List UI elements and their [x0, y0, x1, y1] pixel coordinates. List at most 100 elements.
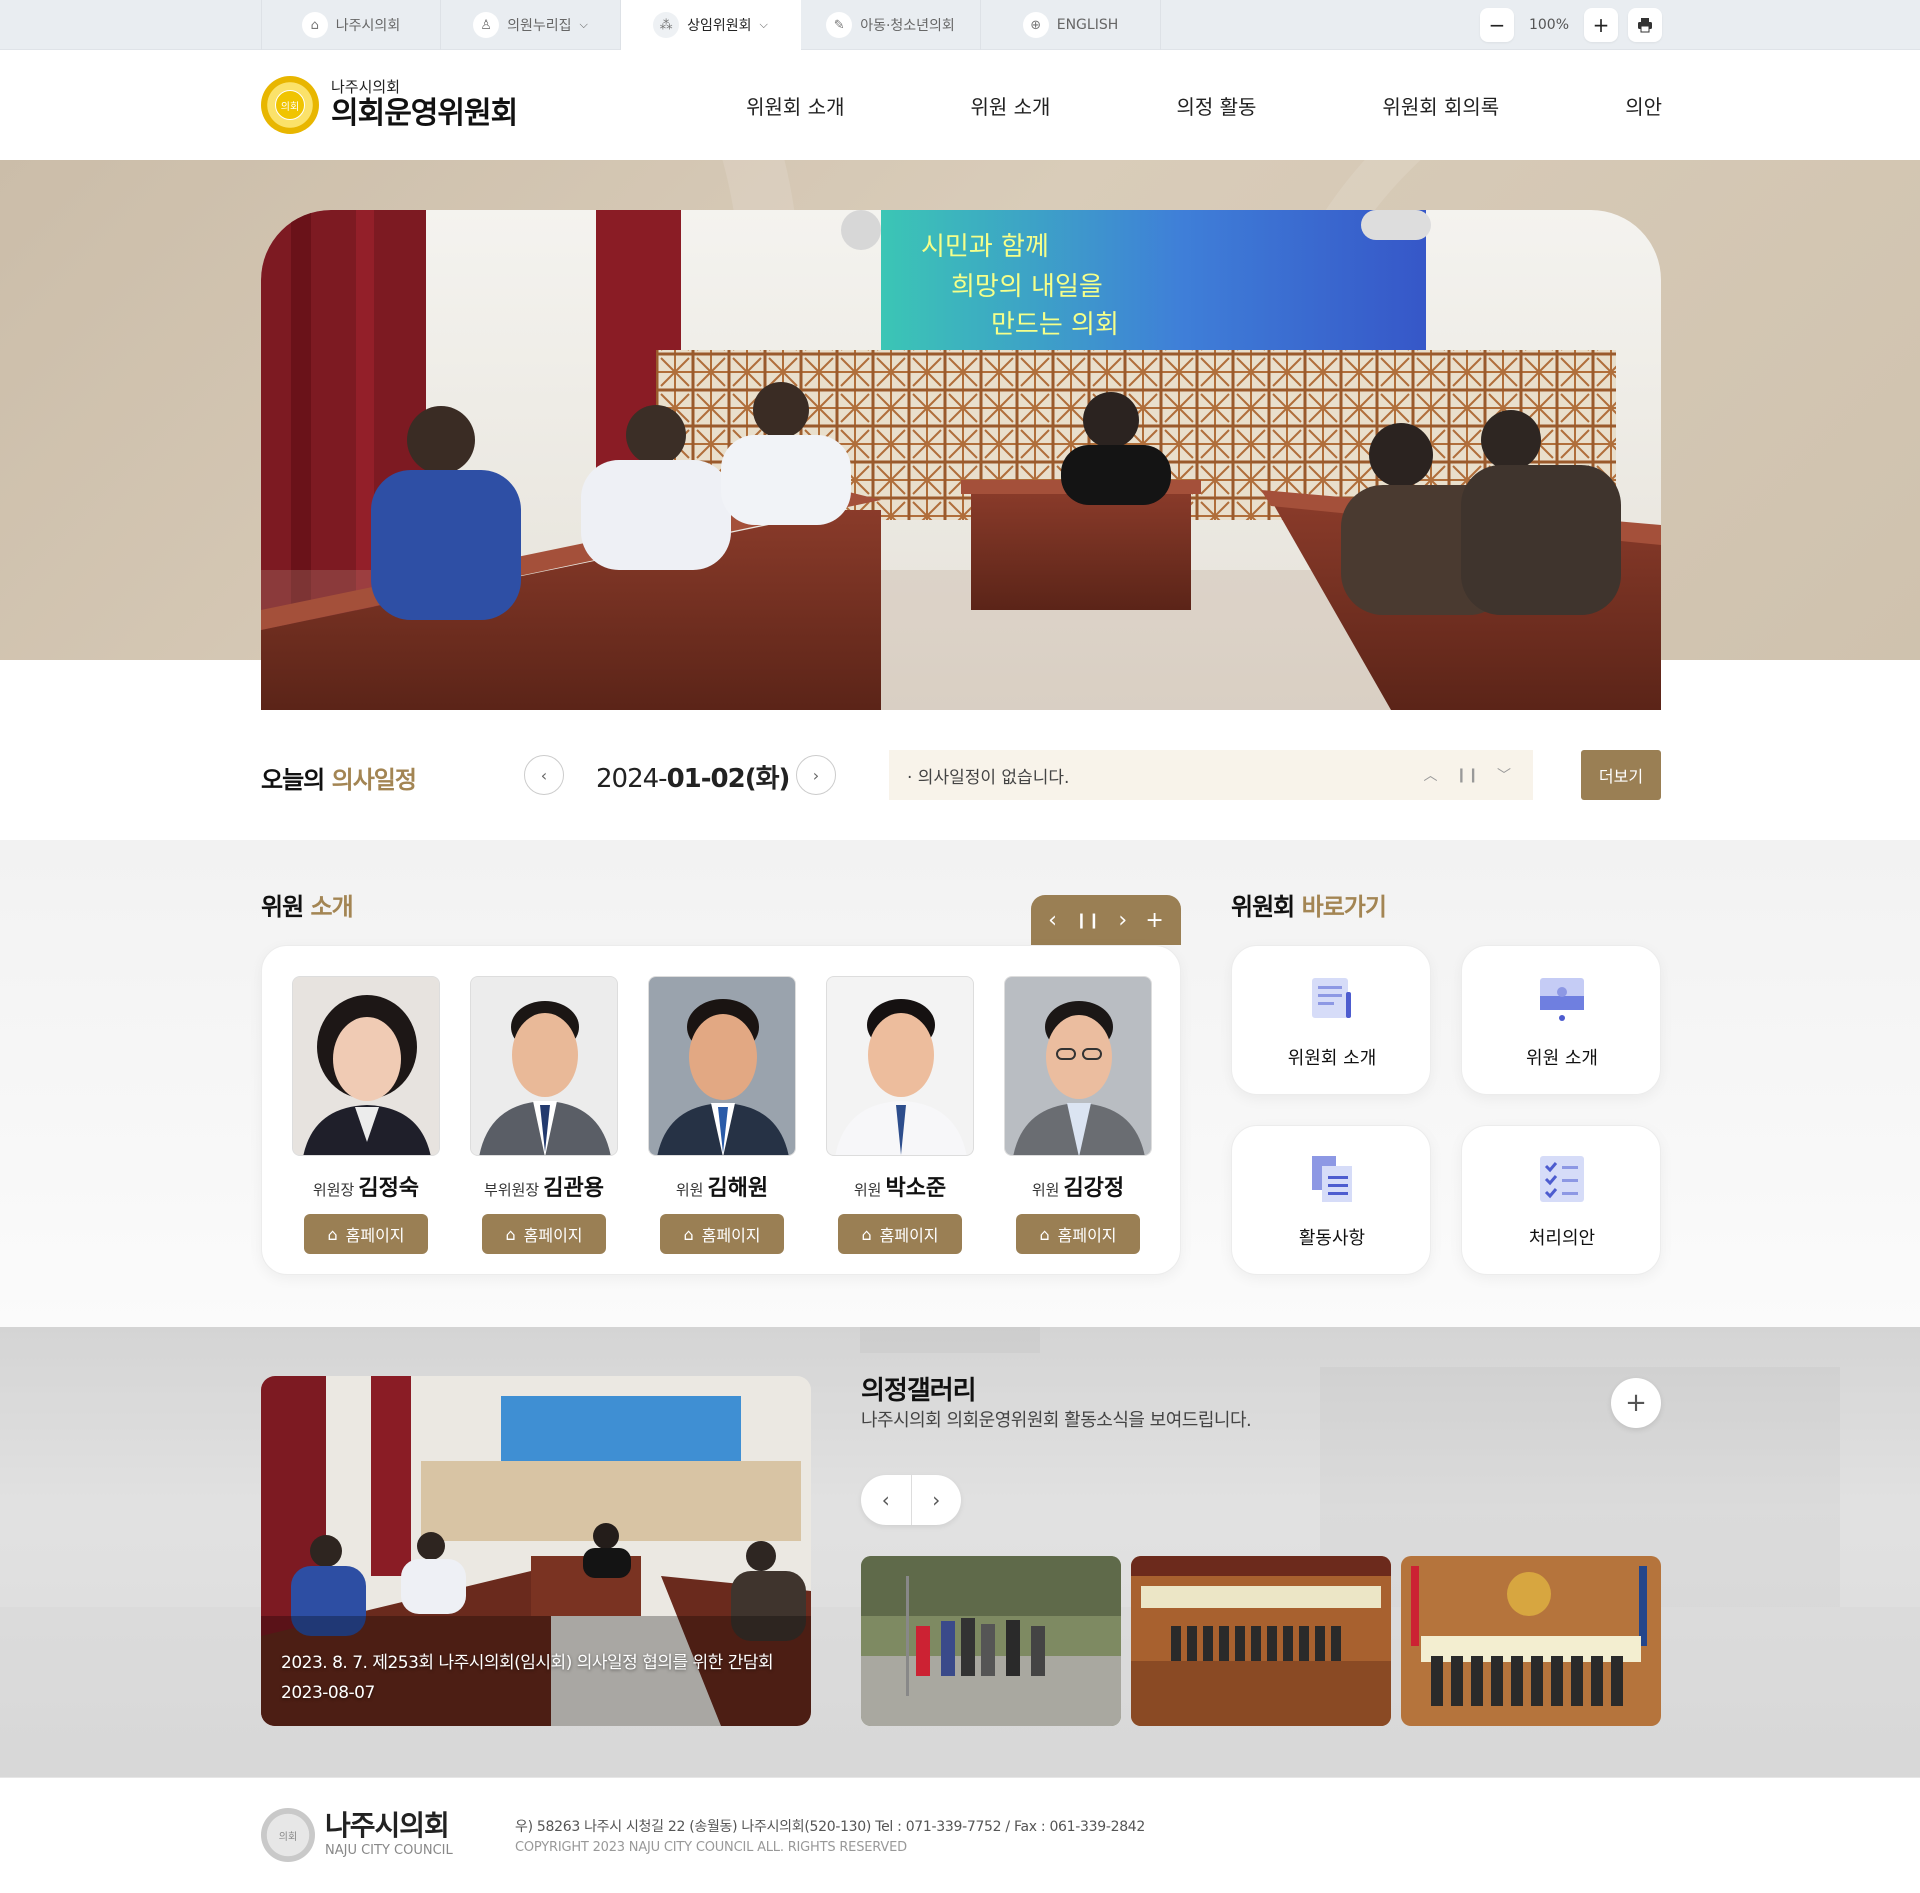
- document-icon: [1312, 978, 1351, 1018]
- pen-icon: ✎: [826, 12, 853, 38]
- member-card: 위원 김해원 ⌂ 홈페이지: [648, 976, 796, 1254]
- quick-link-member-intro[interactable]: 위원 소개: [1461, 945, 1661, 1095]
- title-part: 오늘의: [261, 766, 325, 794]
- member-homepage-button[interactable]: ⌂ 홈페이지: [1016, 1214, 1140, 1254]
- gallery-more-button[interactable]: +: [1611, 1378, 1661, 1428]
- quick-link-label: 활동사항: [1298, 1228, 1366, 1249]
- member-card: 위원 박소준 ⌂ 홈페이지: [826, 976, 974, 1254]
- member-card: 위원 김강정 ⌂ 홈페이지: [1004, 976, 1152, 1254]
- member-photo: [648, 976, 796, 1156]
- gallery-featured-photo[interactable]: 2023. 8. 7. 제253회 나주시의회(임시회) 의사일정 협의를 위한…: [261, 1376, 811, 1726]
- member-role: 위원: [675, 1181, 704, 1199]
- files-icon: [1312, 1156, 1352, 1202]
- nav-activities[interactable]: 의정 활동: [1176, 50, 1256, 160]
- tab-youth-council[interactable]: ✎ 아동·청소년의회: [801, 0, 981, 50]
- site-tabs: ⌂ 나주시의회 ♙ 의원누리집 ⌵ ⁂ 상임위원회 ⌵ ✎ 아동·청소년의회 ⊕…: [261, 0, 1161, 50]
- zoom-controls: − 100% +: [1480, 8, 1662, 42]
- chevron-left-icon[interactable]: ‹: [861, 1475, 911, 1525]
- next-date-button[interactable]: ›: [796, 755, 836, 795]
- member-role: 위원장: [312, 1181, 355, 1199]
- quick-link-processed-bills[interactable]: 처리의안: [1461, 1125, 1661, 1275]
- gallery-thumbnail[interactable]: [861, 1556, 1121, 1726]
- tab-standing-committee[interactable]: ⁂ 상임위원회 ⌵: [621, 0, 801, 50]
- gallery-caption: 2023. 8. 7. 제253회 나주시의회(임시회) 의사일정 협의를 위한…: [281, 1648, 774, 1708]
- member-homepage-button[interactable]: ⌂ 홈페이지: [482, 1214, 606, 1254]
- title-part: 위원회: [1231, 893, 1295, 921]
- more-button[interactable]: 더보기: [1581, 750, 1661, 800]
- print-button[interactable]: [1628, 8, 1662, 42]
- plus-icon[interactable]: +: [1145, 908, 1163, 933]
- nav-bills[interactable]: 의안: [1625, 50, 1662, 160]
- today-schedule: 오늘의 의사일정 ‹ 2024-01-02(화) › · 의사일정이 없습니다.…: [261, 750, 1661, 800]
- quick-link-activities[interactable]: 활동사항: [1231, 1125, 1431, 1275]
- member-photo: [470, 976, 618, 1156]
- title-accent: 의사일정: [331, 766, 417, 794]
- org-icon: ⁂: [653, 12, 680, 38]
- chevron-left-icon[interactable]: ‹: [1048, 908, 1057, 933]
- members-title: 위원 소개: [261, 887, 354, 922]
- member-role: 위원: [1031, 1181, 1060, 1199]
- member-fullname: 김관용: [543, 1176, 604, 1201]
- checklist-icon: [1540, 1156, 1584, 1202]
- site-header: 의회 나주시의회 의회운영위원회 위원회 소개 위원 소개 의정 활동 위원회 …: [0, 50, 1920, 160]
- council-seal-icon: 의회: [261, 76, 319, 134]
- committee-logo[interactable]: 의회 나주시의회 의회운영위원회: [261, 76, 518, 134]
- chevron-right-icon[interactable]: ›: [1118, 908, 1127, 933]
- prev-date-button[interactable]: ‹: [524, 755, 564, 795]
- notice-controls: ︿ ❙❙ ﹀: [1424, 750, 1511, 800]
- home-icon: ⌂: [301, 12, 328, 38]
- meeting-room-photo: 시민과 함께 희망의 내일을 만드는 의회: [261, 210, 1661, 710]
- quick-links-title: 위원회 바로가기: [1231, 887, 1387, 922]
- zoom-out-button[interactable]: −: [1480, 8, 1514, 42]
- tab-english[interactable]: ⊕ ENGLISH: [981, 0, 1161, 50]
- member-homepage-button[interactable]: ⌂ 홈페이지: [838, 1214, 962, 1254]
- zoom-in-button[interactable]: +: [1584, 8, 1618, 42]
- banner-line-2: 희망의 내일을: [951, 272, 1103, 302]
- pause-icon[interactable]: ❙❙: [1456, 767, 1479, 783]
- main-visual-image: 시민과 함께 희망의 내일을 만드는 의회: [261, 210, 1661, 710]
- nav-member-intro[interactable]: 위원 소개: [970, 50, 1050, 160]
- gallery-thumbnail[interactable]: [1131, 1556, 1391, 1726]
- nav-committee-intro[interactable]: 위원회 소개: [746, 50, 844, 160]
- gallery-caption-date: 2023-08-07: [281, 1683, 375, 1703]
- logo-subtitle: 나주시의회: [331, 78, 401, 96]
- podium-icon: [1540, 978, 1584, 1021]
- member-name: 위원 박소준: [826, 1170, 974, 1202]
- nav-minutes[interactable]: 위원회 회의록: [1382, 50, 1499, 160]
- member-name: 부위원장 김관용: [470, 1170, 618, 1202]
- chevron-right-icon[interactable]: ›: [910, 1475, 962, 1525]
- quick-link-label: 위원회 소개: [1287, 1048, 1377, 1069]
- member-name: 위원 김강정: [1004, 1170, 1152, 1202]
- zoom-level: 100%: [1528, 17, 1570, 33]
- chevron-down-icon[interactable]: ﹀: [1497, 765, 1511, 785]
- member-fullname: 박소준: [885, 1176, 947, 1201]
- home-icon: ⌂: [327, 1224, 338, 1244]
- quick-link-committee-intro[interactable]: 위원회 소개: [1231, 945, 1431, 1095]
- gallery-caption-title: 2023. 8. 7. 제253회 나주시의회(임시회) 의사일정 협의를 위한…: [281, 1653, 774, 1673]
- tab-member-homepages[interactable]: ♙ 의원누리집 ⌵: [441, 0, 621, 50]
- plus-icon: +: [1625, 1388, 1647, 1418]
- chevron-down-icon: ⌵: [579, 18, 588, 31]
- pause-icon[interactable]: ❙❙: [1075, 911, 1100, 929]
- member-role: 위원: [853, 1181, 882, 1199]
- member-homepage-button[interactable]: ⌂ 홈페이지: [304, 1214, 428, 1254]
- field-visit-photo: [861, 1556, 1121, 1726]
- member-name: 위원 김해원: [648, 1170, 796, 1202]
- site-footer: 의회 나주시의회 NAJU CITY COUNCIL 우) 58263 나주시 …: [0, 1777, 1920, 1893]
- tab-naju-council[interactable]: ⌂ 나주시의회: [261, 0, 441, 50]
- home-icon: ⌂: [505, 1224, 516, 1244]
- gallery-thumbnail[interactable]: [1401, 1556, 1661, 1726]
- footer-logo: 의회 나주시의회 NAJU CITY COUNCIL: [261, 1808, 453, 1862]
- button-label: 홈페이지: [1057, 1226, 1117, 1245]
- button-label: 홈페이지: [523, 1226, 583, 1245]
- members-list: 위원장 김정숙 ⌂ 홈페이지 부위원장 김관용 ⌂ 홈페이지 위원 김해원 ⌂ 홈페이지 위…: [261, 945, 1181, 1275]
- chevron-up-icon[interactable]: ︿: [1424, 765, 1438, 785]
- member-photo: [826, 976, 974, 1156]
- today-schedule-title: 오늘의 의사일정: [261, 760, 417, 795]
- button-label: 홈페이지: [345, 1226, 405, 1245]
- council-chamber-photo: [1401, 1556, 1661, 1726]
- member-homepage-button[interactable]: ⌂ 홈페이지: [660, 1214, 784, 1254]
- opening-ceremony-photo: [1131, 1556, 1391, 1726]
- notice-text: · 의사일정이 없습니다.: [907, 767, 1070, 788]
- home-icon: ⌂: [1039, 1224, 1050, 1244]
